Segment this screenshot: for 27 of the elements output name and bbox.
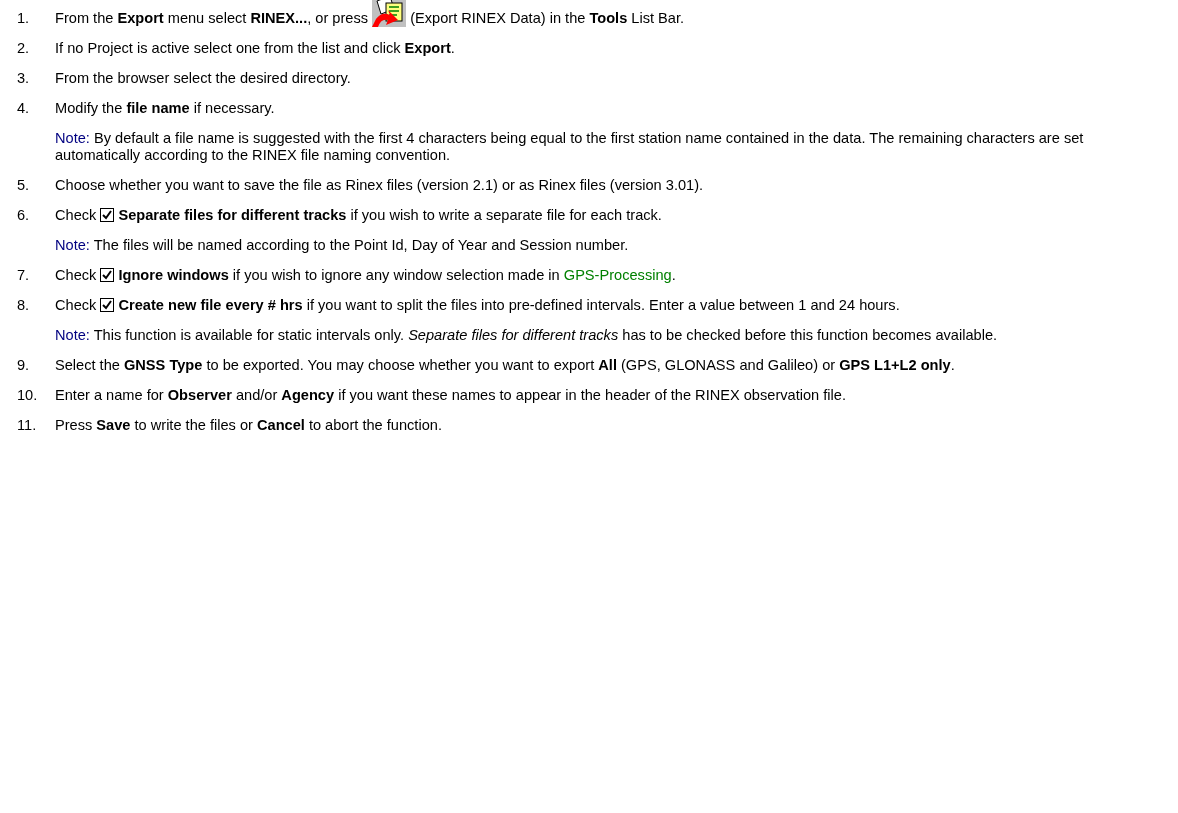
step-number: 8.	[17, 297, 31, 315]
step-number: 11.	[17, 417, 38, 434]
step-text: Choose whether you want to save the file as Rinex files (version 2.1) or as Rinex files (version 3.01).	[55, 177, 705, 194]
step-text: Check Create new file every # hrs if you want to split the files into pre-defined intervals. Enter a value between 1 and 24 hours.	[55, 297, 901, 314]
step-text: Press Save to write the files or Cancel to abort the function.	[55, 417, 443, 434]
step-text: If no Project is active select one from the list and click Export.	[55, 40, 456, 57]
step-text: Select the GNSS Type to be exported. You may choose whether you want to export All (GPS, GLONASS and Galileo) or GPS L1+L2 only.	[55, 357, 956, 374]
step-text: From the browser select the desired directory.	[55, 70, 352, 87]
step-number: 9.	[17, 357, 31, 374]
step-text: Modify the file name if necessary.	[55, 100, 276, 117]
step-number: 7.	[17, 267, 31, 284]
step-text: From the Export menu select RINEX..., or press (Export RINEX Data) in the Tools List Bar.	[55, 10, 1154, 27]
step-number: 10.	[17, 387, 39, 404]
step-text: Enter a name for Observer and/or Agency if you want these names to appear in the header of the RINEX observation file.	[55, 387, 847, 404]
step-number: 6.	[17, 207, 31, 225]
note-text: Note: The files will be named according to the Point Id, Day of Year and Session number.	[55, 237, 630, 254]
step-number: 1.	[17, 10, 31, 27]
step-text: Check Separate files for different tracks if you wish to write a separate file for each track.	[55, 207, 663, 224]
step-number: 2.	[17, 40, 31, 57]
step-text: Check Ignore windows if you wish to ignore any window selection made in GPS-Processing.	[55, 267, 677, 284]
note-text: Note: This function is available for static intervals only. Separate files for different tracks has to be checked before this function becomes available.	[55, 327, 999, 344]
step-number: 5.	[17, 177, 31, 194]
step-number: 3.	[17, 70, 31, 87]
link[interactable]: GPS-Processing	[563, 267, 672, 283]
export-document-icon	[372, 0, 407, 27]
note-text: Note: By default a file name is suggested with the first 4 characters being equal to the first station name contained in the data. The remaining characters are set automatically according to the RINEX file naming convention.	[55, 130, 1085, 164]
step-number: 4.	[17, 100, 31, 118]
